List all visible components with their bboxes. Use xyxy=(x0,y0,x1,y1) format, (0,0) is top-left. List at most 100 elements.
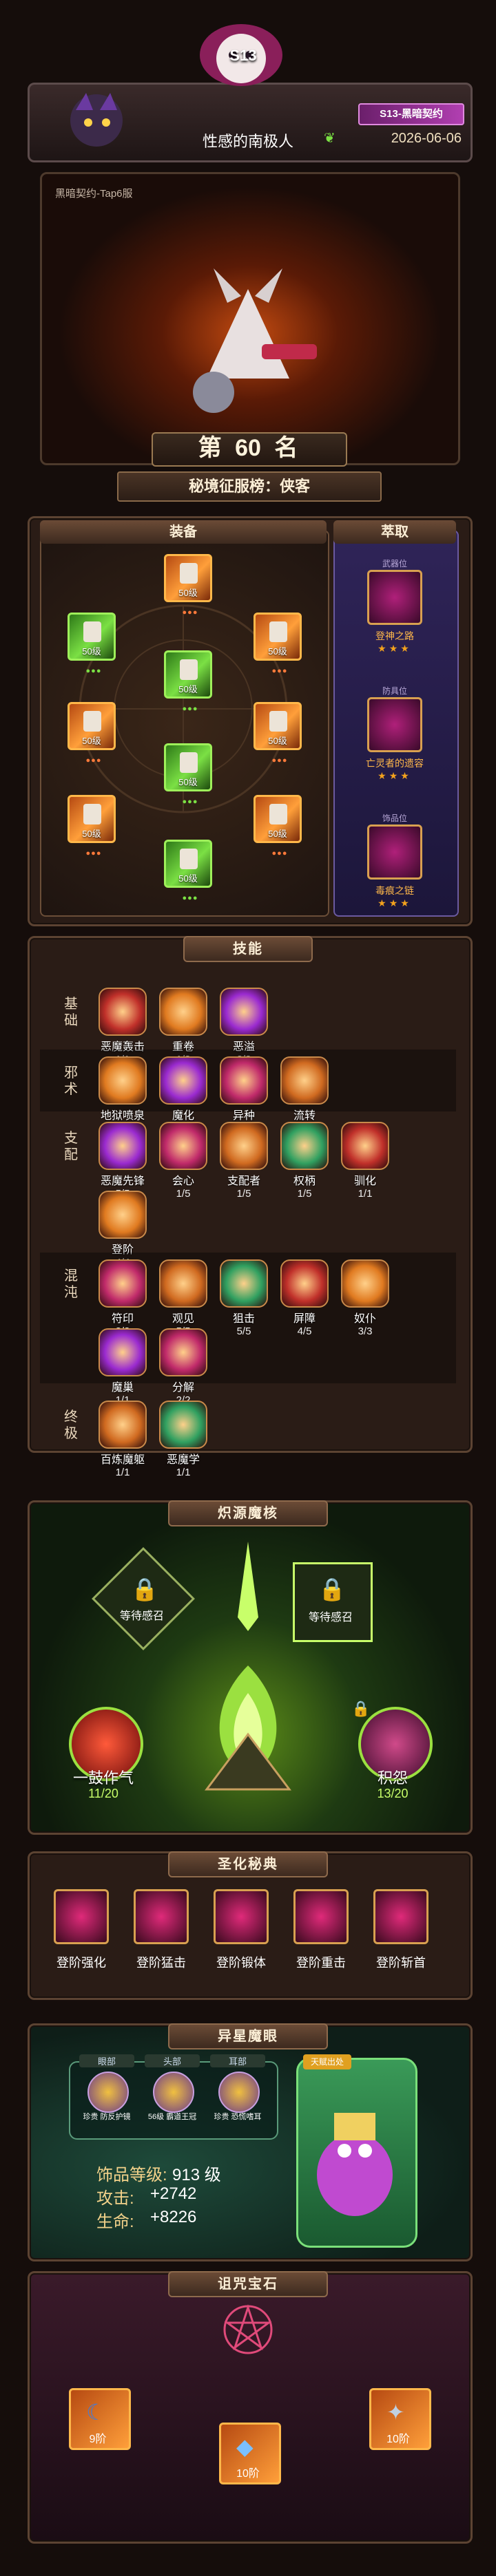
socket-gems: ●●● xyxy=(182,705,198,713)
eye-creature xyxy=(317,2113,393,2216)
equipment-slot[interactable]: 50级 ●●● xyxy=(164,743,212,806)
skill-item[interactable]: 百炼魔躯 1/1 xyxy=(95,1401,150,1478)
sacred-title: 圣化秘典 xyxy=(168,1851,328,1877)
skills-title: 技能 xyxy=(183,936,313,962)
skill-icon xyxy=(159,1056,207,1105)
equipment-slot[interactable]: 50级 ●●● xyxy=(68,795,116,858)
skill-icon xyxy=(99,1056,147,1105)
equipment-level: 50级 xyxy=(268,736,287,746)
skill-item[interactable]: 魔巢1/1 xyxy=(95,1328,150,1406)
skill-item[interactable]: 奴仆 3/3 xyxy=(338,1259,393,1337)
skill-item[interactable]: 权柄 1/5 xyxy=(277,1122,332,1200)
skill-icon xyxy=(159,1122,207,1170)
skill-name: 狙击 xyxy=(232,1313,255,1325)
skill-item[interactable]: 狙击 5/5 xyxy=(216,1259,271,1337)
date-label: 2026-06-06 xyxy=(391,131,462,146)
lock-icon: 🔒 xyxy=(318,1577,346,1601)
equipment-level: 50级 xyxy=(82,736,101,746)
eye-slot-icon[interactable] xyxy=(87,2072,129,2113)
skill-count: 4/5 xyxy=(297,1326,312,1337)
skill-item[interactable]: 会心 1/5 xyxy=(156,1122,211,1200)
equipment-slot[interactable]: 50级 ●●● xyxy=(254,613,302,675)
extract-item[interactable] xyxy=(367,824,422,880)
skill-icon xyxy=(280,1259,329,1308)
skill-count: 1/1 xyxy=(115,1467,130,1478)
sacred-label: 登阶重击 xyxy=(296,1956,346,1970)
hero-character xyxy=(165,262,331,427)
skill-icon xyxy=(159,1401,207,1449)
sacred-item[interactable] xyxy=(54,1889,109,1944)
pentagram-icon xyxy=(223,2304,273,2354)
equipment-slot[interactable]: 50级 ●●● xyxy=(68,702,116,765)
sacred-item[interactable] xyxy=(134,1889,189,1944)
skill-item[interactable]: 分解2/2 xyxy=(156,1328,211,1406)
core-lock-right[interactable] xyxy=(293,1562,373,1642)
equipment-slot[interactable]: 50级 ●●● xyxy=(254,702,302,765)
eye-slot-name: 珍贵 防反护镜 xyxy=(83,2113,131,2121)
equipment-slot[interactable]: 50级 ●●● xyxy=(164,554,212,617)
skill-name: 流转 xyxy=(293,1110,316,1122)
skill-item[interactable]: 屏障 4/5 xyxy=(277,1259,332,1337)
equipment-level: 50级 xyxy=(178,873,198,884)
skill-icon xyxy=(220,988,268,1036)
socket-gems: ●●● xyxy=(182,894,198,902)
socket-gems: ●●● xyxy=(85,667,102,675)
season-tag: S13-黑暗契约 xyxy=(358,103,464,125)
sacred-item[interactable] xyxy=(373,1889,428,1944)
eye-title: 异星魔眼 xyxy=(168,2023,328,2050)
skill-item[interactable]: 恶魔先锋5/5 xyxy=(95,1122,150,1200)
eye-slot-icon[interactable] xyxy=(153,2072,194,2113)
equipment-slot[interactable]: 50级 ●●● xyxy=(254,795,302,858)
equipment-level: 50级 xyxy=(82,646,101,657)
extract-stars: ★★★ xyxy=(378,643,412,654)
core-title: 炽源魔核 xyxy=(168,1500,328,1526)
skill-count: 5/5 xyxy=(236,1326,251,1337)
eye-slot-label: 头部 xyxy=(145,2054,200,2067)
equipment-level: 50级 xyxy=(268,646,287,657)
socket-gems: ●●● xyxy=(85,756,102,765)
skill-item[interactable]: 符印3/3 xyxy=(95,1259,150,1337)
sacred-label: 登阶锻体 xyxy=(216,1956,266,1970)
skill-name: 魔化 xyxy=(172,1110,194,1122)
skill-item[interactable]: 支配者 1/5 xyxy=(216,1122,271,1200)
skill-icon xyxy=(159,988,207,1036)
eye-level-label: 饰品等级: xyxy=(96,2166,167,2184)
skill-icon xyxy=(220,1122,268,1170)
skill-name: 地狱喷泉 xyxy=(100,1110,145,1122)
sacred-item[interactable] xyxy=(293,1889,349,1944)
skill-row-label: 基础 xyxy=(64,997,78,1028)
skill-count: 1/5 xyxy=(236,1188,251,1200)
skill-name: 百炼魔躯 xyxy=(100,1454,145,1466)
skill-item[interactable]: 观见5/5 xyxy=(156,1259,211,1337)
equipment-slot[interactable]: 50级 ●●● xyxy=(68,613,116,675)
equipment-slot[interactable]: 50级 ●●● xyxy=(164,840,212,902)
skill-icon xyxy=(99,1328,147,1376)
skill-item[interactable]: 驯化 1/1 xyxy=(338,1122,393,1200)
avatar[interactable] xyxy=(55,83,138,151)
skill-row-label: 支配 xyxy=(64,1131,78,1162)
skill-name: 屏障 xyxy=(293,1313,316,1325)
equipment-level: 50级 xyxy=(178,777,198,787)
skill-item[interactable]: 恶魔学 1/1 xyxy=(156,1401,211,1478)
equipment-title: 装备 xyxy=(40,520,327,544)
extract-item[interactable] xyxy=(367,570,422,625)
gem-right-label: 10阶 xyxy=(386,2434,410,2445)
eye-slot-icon[interactable] xyxy=(218,2072,260,2113)
sacred-item[interactable] xyxy=(214,1889,269,1944)
gem-left-label: 9阶 xyxy=(89,2434,107,2445)
skill-name: 权柄 xyxy=(293,1175,316,1187)
amulet-icon xyxy=(269,621,287,642)
sacred-label: 登阶猛击 xyxy=(136,1956,186,1970)
skill-icon xyxy=(99,988,147,1036)
extract-item[interactable] xyxy=(367,697,422,752)
skill-name: 恶魔先锋 xyxy=(100,1175,145,1187)
equipment-level: 50级 xyxy=(178,684,198,694)
equipment-level: 50级 xyxy=(268,829,287,839)
skill-icon xyxy=(280,1122,329,1170)
ring-icon xyxy=(269,711,287,732)
equipment-slot[interactable]: 50级 ●●● xyxy=(164,650,212,713)
socket-gems: ●●● xyxy=(182,608,198,617)
leaf-icon: ❦ xyxy=(324,131,335,146)
extract-stars: ★★★ xyxy=(378,770,412,781)
extract-title: 萃取 xyxy=(333,520,456,544)
